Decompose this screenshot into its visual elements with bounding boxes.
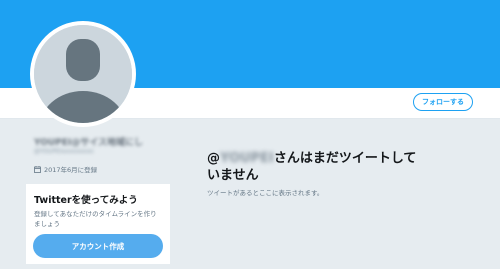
profile-name: YOUPEI@サイス地域にし <box>34 138 143 148</box>
joined-text: 2017年6月に登録 <box>44 166 98 174</box>
empty-timeline-subtitle: ツイートがあるとここに表示されます。 <box>207 189 324 197</box>
default-avatar-icon <box>34 25 132 123</box>
signup-card-description: 登録してあなただけのタイムラインを作りましょう <box>34 210 157 228</box>
masked-handle: YOUPEI <box>220 151 274 166</box>
joined-date: 2017年6月に登録 <box>34 164 97 174</box>
empty-title-at: @ <box>207 151 220 166</box>
avatar[interactable] <box>30 21 136 127</box>
calendar-icon <box>34 165 41 173</box>
signup-card: Twitterを使ってみよう 登録してあなただけのタイムラインを作りましょう ア… <box>26 184 170 264</box>
empty-timeline-title: @YOUPEIさんはまだツイートしていません <box>207 150 427 184</box>
profile-handle: @YOUPEIxxxxxxxxx <box>34 148 94 155</box>
follow-button[interactable]: フォローする <box>413 93 473 111</box>
signup-card-title: Twitterを使ってみよう <box>34 195 138 206</box>
create-account-button[interactable]: アカウント作成 <box>33 234 163 258</box>
